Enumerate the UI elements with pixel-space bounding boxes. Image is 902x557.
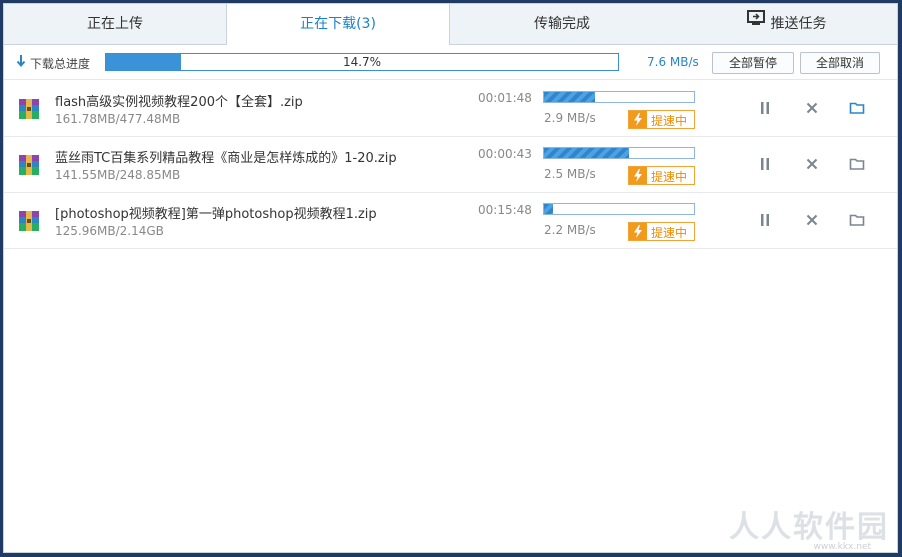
- open-folder-icon[interactable]: [849, 156, 865, 172]
- pause-icon[interactable]: [757, 212, 773, 228]
- pause-all-button[interactable]: 全部暂停: [712, 52, 794, 74]
- boost-label: 提速中: [651, 170, 688, 184]
- tab-label: 推送任务: [770, 16, 827, 32]
- watermark-url: www.kkx.net: [813, 542, 872, 552]
- cancel-icon[interactable]: [804, 156, 820, 172]
- lightning-icon: [629, 111, 647, 128]
- open-folder-icon[interactable]: [849, 212, 865, 228]
- cancel-icon[interactable]: [804, 212, 820, 228]
- lightning-icon: [629, 167, 647, 184]
- file-size: 141.55MB/248.85MB: [55, 168, 181, 182]
- boost-label: 提速中: [651, 226, 688, 240]
- speed-boost-badge[interactable]: 提速中: [628, 166, 695, 185]
- speed-boost-badge[interactable]: 提速中: [628, 222, 695, 241]
- file-size: 125.96MB/2.14GB: [55, 224, 164, 238]
- total-progress-row: 下载总进度 14.7% 7.6 MB/s 全部暂停 全部取消: [4, 45, 897, 80]
- zip-file-icon: [18, 98, 40, 123]
- total-progress-text: 14.7%: [342, 55, 382, 69]
- download-row[interactable]: 蓝丝雨TC百集系列精品教程《商业是怎样炼成的》1-20.zip 141.55MB…: [4, 136, 897, 193]
- file-progress-bar: [543, 147, 695, 159]
- download-arrow-icon: [16, 54, 26, 71]
- tab-downloading[interactable]: 正在下载(3): [226, 4, 450, 45]
- cancel-icon[interactable]: [804, 100, 820, 116]
- lightning-icon: [629, 223, 647, 240]
- remaining-time: 00:15:48: [478, 203, 532, 217]
- download-speed: 2.2 MB/s: [544, 223, 596, 237]
- tab-label: 正在上传: [87, 16, 143, 32]
- file-name: flash高级实例视频教程200个【全套】.zip: [55, 95, 303, 110]
- file-progress-bar: [543, 91, 695, 103]
- tab-completed[interactable]: 传输完成: [450, 4, 674, 44]
- file-size: 161.78MB/477.48MB: [55, 112, 181, 126]
- file-progress-fill: [544, 92, 595, 102]
- tab-bar: 正在上传 正在下载(3) 传输完成 推送任务: [4, 4, 897, 45]
- remaining-time: 00:01:48: [478, 91, 532, 105]
- total-progress-bar: 14.7%: [105, 53, 619, 71]
- monitor-push-icon: [746, 4, 765, 42]
- boost-label: 提速中: [651, 114, 688, 128]
- total-speed: 7.6 MB/s: [647, 55, 699, 69]
- zip-file-icon: [18, 154, 40, 179]
- watermark-logo: 人人软件园: [729, 510, 889, 545]
- file-progress-fill: [544, 148, 630, 158]
- open-folder-icon[interactable]: [849, 100, 865, 116]
- download-speed: 2.9 MB/s: [544, 111, 596, 125]
- remaining-time: 00:00:43: [478, 147, 532, 161]
- file-name: [photoshop视频教程]第一弹photoshop视频教程1.zip: [55, 207, 377, 222]
- pause-icon[interactable]: [757, 156, 773, 172]
- file-progress-bar: [543, 203, 695, 215]
- total-progress-label: 下载总进度: [30, 57, 91, 71]
- tab-uploading[interactable]: 正在上传: [4, 4, 226, 44]
- download-row[interactable]: [photoshop视频教程]第一弹photoshop视频教程1.zip 125…: [4, 192, 897, 249]
- zip-file-icon: [18, 210, 40, 235]
- speed-boost-badge[interactable]: 提速中: [628, 110, 695, 129]
- cancel-all-button[interactable]: 全部取消: [800, 52, 880, 74]
- file-progress-fill: [544, 204, 553, 214]
- download-manager-window: 正在上传 正在下载(3) 传输完成 推送任务 下载总进度 14.7% 7.6 M…: [3, 3, 898, 553]
- download-row[interactable]: flash高级实例视频教程200个【全套】.zip 161.78MB/477.4…: [4, 80, 897, 137]
- tab-label: 正在下载(3): [300, 16, 376, 32]
- pause-icon[interactable]: [757, 100, 773, 116]
- tab-label: 传输完成: [534, 16, 590, 32]
- download-speed: 2.5 MB/s: [544, 167, 596, 181]
- tab-push-tasks[interactable]: 推送任务: [674, 4, 897, 44]
- file-name: 蓝丝雨TC百集系列精品教程《商业是怎样炼成的》1-20.zip: [55, 151, 397, 166]
